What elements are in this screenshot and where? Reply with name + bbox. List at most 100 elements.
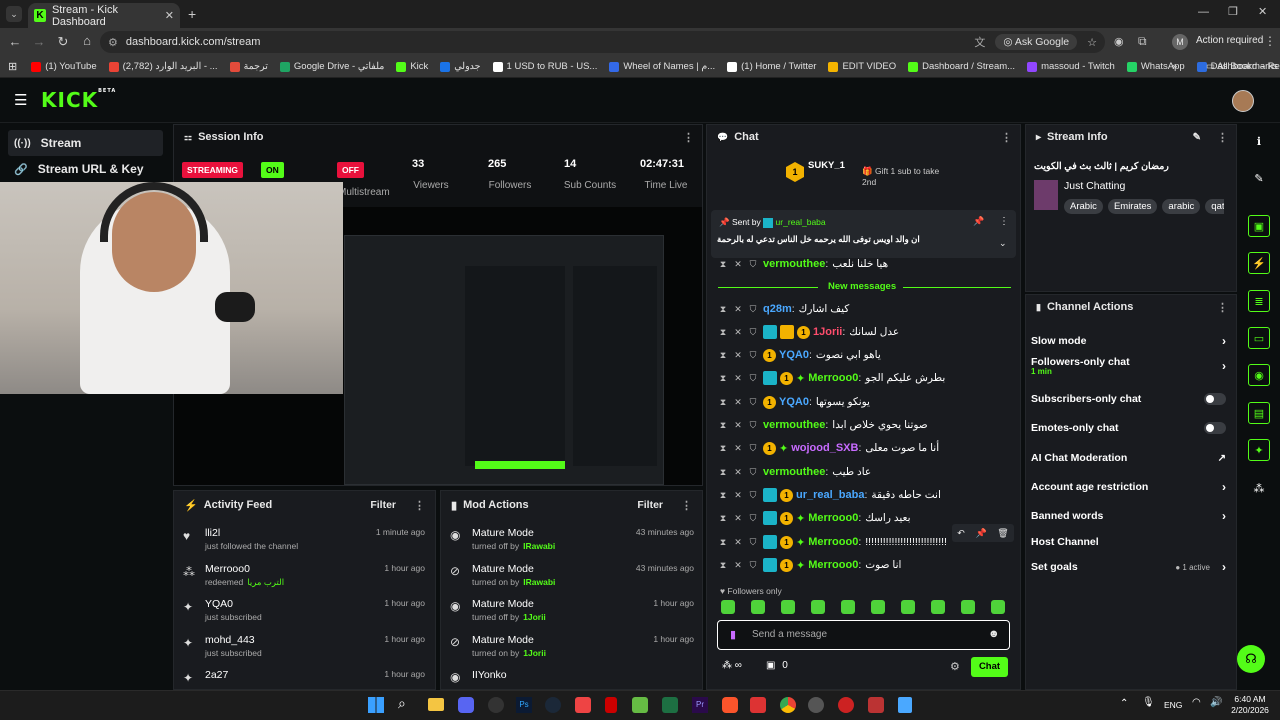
activity-username[interactable]: mohd_443 — [205, 634, 255, 646]
bookmark-item[interactable]: (1) YouTube — [31, 61, 97, 72]
list-rail-icon[interactable]: ≣ — [1248, 290, 1270, 312]
ban-icon[interactable]: ✕ — [733, 467, 743, 478]
gifter-name[interactable]: SUKY_1 — [808, 160, 845, 171]
channel-action-host-channel[interactable]: Host Channel — [1031, 532, 1226, 552]
volume-icon[interactable]: 🔊 — [1210, 697, 1222, 708]
profile-avatar[interactable]: M — [1172, 34, 1188, 50]
mod-action-user[interactable]: IRawabi — [523, 577, 555, 587]
chat-message[interactable]: ⧗ ✕ ⛉ 1 ur_real_baba: انت حاطه دقيقة — [718, 484, 1013, 506]
bookmark-item[interactable]: Google Drive - ملفاتي — [279, 61, 384, 72]
bookmarks-overflow-icon[interactable]: » — [1172, 61, 1177, 72]
chat-message[interactable]: ⧗ ✕ ⛉ 1 YQA0: ياهو ابي نصوت — [718, 344, 1013, 366]
ban-icon[interactable]: ✕ — [733, 397, 743, 408]
emote-icon[interactable] — [961, 600, 975, 614]
timeout-icon[interactable]: ⧗ — [718, 327, 728, 338]
app-icon-5[interactable] — [808, 697, 824, 713]
ask-google-button[interactable]: ◎ Ask Google — [995, 34, 1078, 50]
mod-action-item[interactable]: ◉ Mature Mode turned off by 1Jorii 1 hour ag… — [450, 598, 700, 634]
premiere-icon[interactable]: Pr — [692, 697, 708, 713]
bookmark-item[interactable]: (2,782) البريد الوارد - ... — [108, 61, 218, 72]
browser-menu-icon[interactable]: ⋮ — [1264, 34, 1276, 48]
all-bookmarks[interactable]: ▭ All Bookmarks — [1206, 61, 1278, 72]
bolt-rail-icon[interactable]: ⚡ — [1248, 252, 1270, 274]
bookmark-item[interactable]: ترجمة — [229, 61, 268, 72]
chat-message[interactable]: ⧗ ✕ ⛉ 1 ✦ wojood_SXB: أنا ما صوت معلى — [718, 437, 1013, 459]
reload-icon[interactable]: ↻ — [52, 34, 74, 50]
address-bar[interactable]: ⚙ dashboard.kick.com/stream 文 ◎ Ask Goog… — [100, 31, 1105, 53]
chat-username[interactable]: Merrooo0 — [808, 372, 858, 384]
chat-message[interactable]: ⧗ ✕ ⛉ 1 YQA0: يونكو يسوتها — [718, 391, 1013, 413]
timeout-icon[interactable]: ⧗ — [718, 420, 728, 431]
timeout-icon[interactable]: ⧗ — [718, 259, 728, 270]
notepad-icon[interactable] — [898, 697, 912, 713]
ban-icon[interactable]: ✕ — [733, 443, 743, 454]
clock[interactable]: 6:40 AM 2/20/2026 — [1230, 694, 1270, 716]
ban-icon[interactable]: ✕ — [733, 513, 743, 524]
language-indicator[interactable]: ENG — [1164, 700, 1182, 710]
apps-grid-icon[interactable]: ⊞ — [8, 60, 17, 73]
emote-icon[interactable] — [721, 600, 735, 614]
hamburger-menu-icon[interactable]: ☰ — [14, 91, 27, 109]
chat-send-button[interactable]: Chat — [971, 657, 1008, 677]
emote-icon[interactable] — [841, 600, 855, 614]
activity-menu-icon[interactable]: ⋮ — [414, 499, 425, 512]
emoji-icon[interactable]: ☻ — [988, 628, 1000, 640]
search-icon[interactable]: ⌕ — [398, 695, 406, 712]
extensions-puzzle-icon[interactable]: ⧉ — [1138, 34, 1147, 49]
ban-icon[interactable]: ✕ — [733, 304, 743, 315]
stream-info-menu-icon[interactable]: ⋮ — [1217, 131, 1228, 144]
steam-icon[interactable] — [545, 697, 561, 713]
chat-rail-icon[interactable]: ▭ — [1248, 327, 1270, 349]
media-icon[interactable] — [488, 697, 504, 713]
activity-item[interactable]: ⁂ Merrooo0 redeemed الترب مريا 1 hour ago — [183, 563, 433, 599]
channel-action-subscribers-only-chat[interactable]: Subscribers-only chat — [1031, 389, 1226, 409]
wifi-icon[interactable]: ◠ — [1192, 697, 1201, 708]
broadcast-rail-icon[interactable]: ◉ — [1248, 364, 1270, 386]
emote-icon[interactable] — [751, 600, 765, 614]
app-icon-7[interactable] — [868, 697, 884, 713]
screen-rail-icon[interactable]: ▣ — [1248, 215, 1270, 237]
windows-start-icon[interactable] — [368, 697, 384, 713]
toggle-switch[interactable] — [1204, 393, 1226, 405]
tray-overflow-icon[interactable]: ⌃ — [1120, 698, 1128, 709]
chat-username[interactable]: Merrooo0 — [808, 536, 858, 548]
bookmark-item[interactable]: EDIT VIDEO — [828, 61, 896, 72]
chat-message[interactable]: ⧗ ✕ ⛉ vermouthee: صوتنا يحوي خلاص ابدا — [718, 414, 1013, 436]
chat-username[interactable]: vermouthee — [763, 258, 825, 270]
activity-username[interactable]: lli2l — [205, 527, 220, 539]
category-name[interactable]: Just Chatting — [1064, 180, 1125, 192]
wrench-rail-icon[interactable]: ✦ — [1248, 439, 1270, 461]
mod-action-user[interactable]: IRawabi — [523, 541, 555, 551]
forward-icon[interactable]: → — [28, 34, 50, 49]
support-button[interactable]: ☊ — [1237, 645, 1265, 673]
chat-input[interactable]: ▮ Send a message ☻ — [717, 620, 1010, 650]
mod-filter-button[interactable]: Filter — [637, 499, 663, 511]
mic-tray-icon[interactable]: 🎙 — [1142, 697, 1155, 708]
timeout-icon[interactable]: ⧗ — [718, 490, 728, 501]
infinity-icon[interactable]: ∞ — [735, 660, 742, 671]
tab-stream-dashboard[interactable]: K Stream - Kick Dashboard ✕ — [28, 3, 180, 28]
app-icon-2[interactable] — [605, 697, 617, 713]
activity-item[interactable]: ✦ YQA0 just subscribed 1 hour ago — [183, 598, 433, 634]
mod-action-item[interactable]: ⊘ Mature Mode turned on by 1Jorii 1 hour ago — [450, 634, 700, 670]
user-avatar[interactable] — [1232, 90, 1254, 112]
ban-icon[interactable]: ✕ — [733, 259, 743, 270]
chat-username[interactable]: YQA0 — [779, 349, 809, 361]
mod-action-user[interactable]: 1Jorii — [523, 612, 546, 622]
app-icon-6[interactable] — [838, 697, 854, 713]
mod-action-item[interactable]: ◉ Mature Mode turned off by IRawabi 43 minut… — [450, 527, 700, 563]
action-required-button[interactable]: Action required — [1196, 35, 1263, 46]
emote-icon[interactable] — [901, 600, 915, 614]
chat-username[interactable]: YQA0 — [779, 396, 809, 408]
session-menu-icon[interactable]: ⋮ — [683, 131, 694, 144]
activity-username[interactable]: Merrooo0 — [205, 563, 250, 575]
channel-action-followers-only-chat[interactable]: Followers-only chat 1 min › — [1031, 356, 1226, 376]
site-info-icon[interactable]: ⚙ — [108, 36, 118, 49]
off-badge[interactable]: OFF — [337, 162, 364, 178]
edit-icon[interactable]: ✎ — [1193, 132, 1201, 143]
channel-action-emotes-only-chat[interactable]: Emotes-only chat — [1031, 418, 1226, 438]
pin-icon[interactable]: 📌 — [973, 216, 984, 227]
kick-logo[interactable]: KICKBETA — [41, 88, 116, 112]
bookmark-item[interactable]: جدولي — [440, 61, 481, 72]
chat-message[interactable]: ⧗ ✕ ⛉ vermouthee: عاد طيب — [718, 461, 1013, 483]
